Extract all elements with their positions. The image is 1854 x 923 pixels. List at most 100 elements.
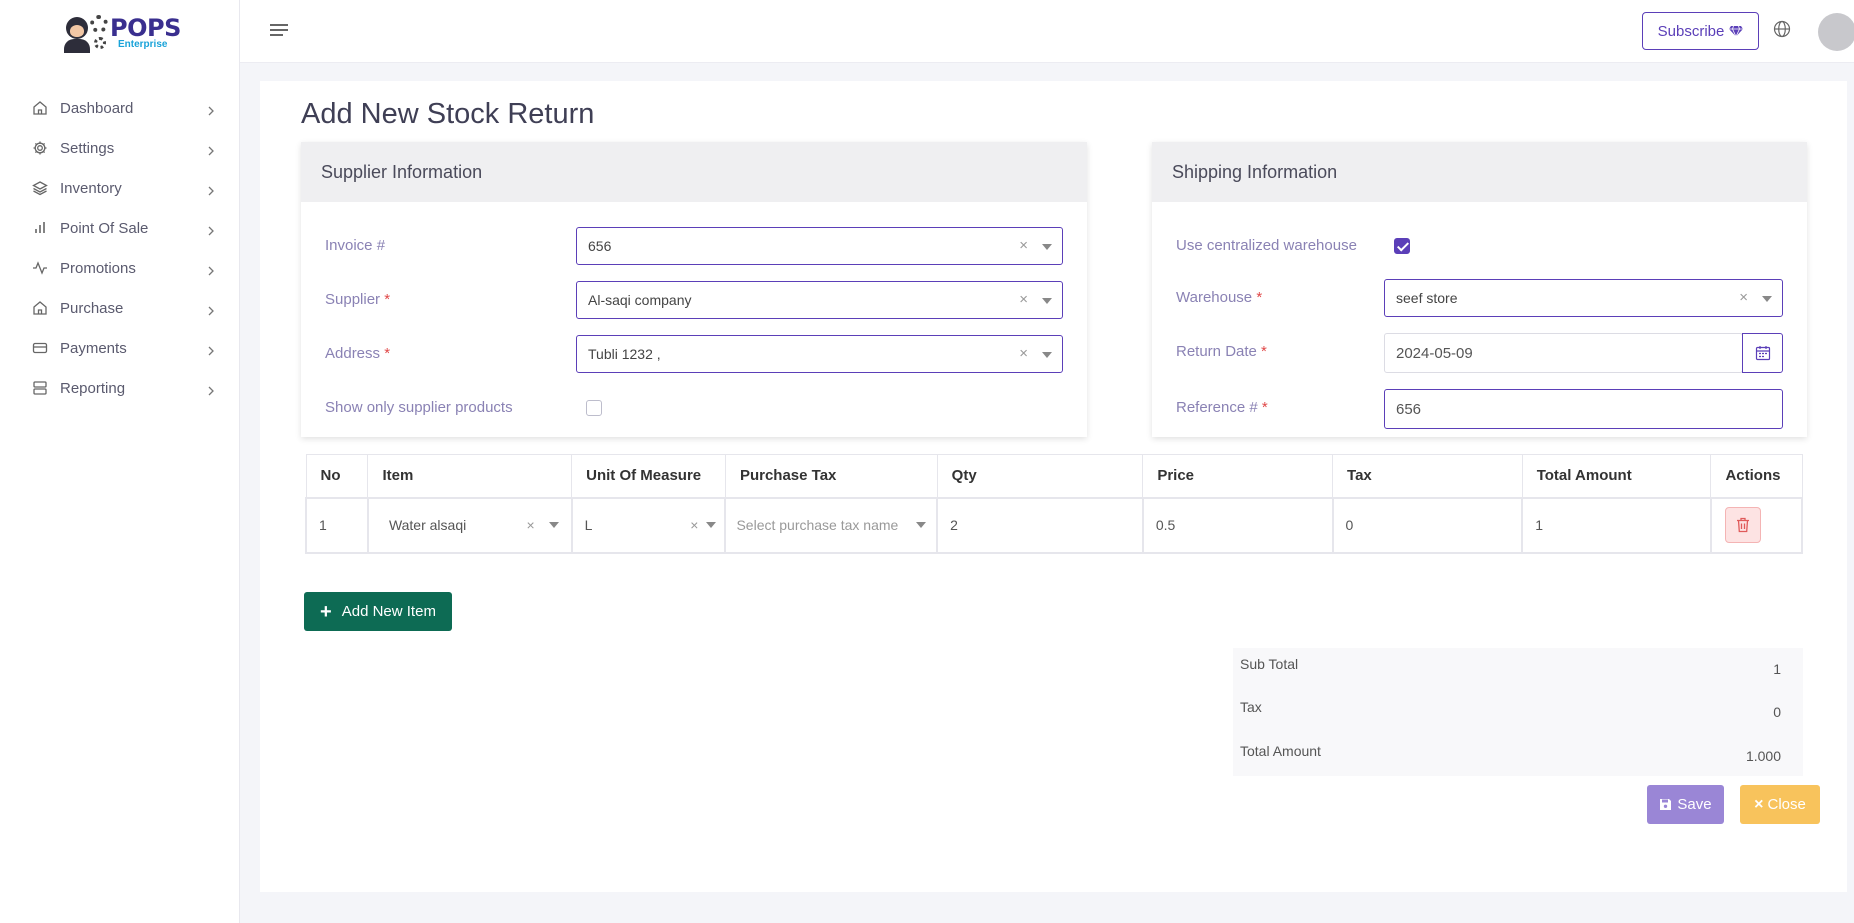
supplier-value: Al-saqi company (588, 292, 692, 308)
table-header-row: No Item Unit Of Measure Purchase Tax Qty… (305, 454, 1803, 498)
calendar-icon (1755, 346, 1770, 361)
sub-total-label: Sub Total (1240, 656, 1299, 672)
caret-down-icon[interactable] (706, 522, 717, 528)
invoice-select[interactable]: 656 × (576, 227, 1063, 265)
page-title: Add New Stock Return (301, 98, 595, 130)
clear-icon[interactable]: × (1739, 289, 1748, 306)
caret-down-icon[interactable] (1042, 352, 1052, 358)
sidebar-item-settings[interactable]: Settings (0, 128, 240, 168)
caret-down-icon[interactable] (1042, 298, 1052, 304)
clear-icon[interactable]: × (1019, 345, 1028, 362)
home-icon (32, 300, 48, 316)
clear-icon[interactable]: × (1019, 291, 1028, 308)
sidebar-item-point-of-sale[interactable]: Point Of Sale (0, 208, 240, 248)
sidebar-item-label: Payments (60, 339, 127, 357)
shipping-information-heading: Shipping Information (1152, 142, 1807, 202)
caret-down-icon[interactable] (548, 522, 559, 528)
item-select[interactable]: Water alsaqi × (389, 499, 571, 552)
caret-down-icon[interactable] (1042, 244, 1052, 250)
save-label: Save (1677, 796, 1712, 813)
column-header-actions: Actions (1710, 454, 1803, 498)
uom-select-cell[interactable]: L × (570, 496, 727, 554)
grand-total-value: 1.000 (1745, 748, 1781, 764)
caret-down-icon[interactable] (1762, 296, 1772, 302)
menu-toggle-icon[interactable] (270, 24, 288, 38)
add-new-item-label: Add New Item (341, 603, 436, 620)
caret-down-icon[interactable] (916, 522, 927, 528)
purchase-tax-select-cell[interactable]: Select purchase tax name (724, 496, 939, 554)
return-date-input[interactable]: 2024-05-09 (1384, 333, 1743, 373)
uom-select[interactable]: L × (585, 499, 725, 552)
supplier-information-heading: Supplier Information (301, 142, 1087, 202)
reference-value: 656 (1396, 400, 1422, 418)
sidebar-item-label: Inventory (60, 179, 122, 197)
chevron-right-icon (206, 263, 216, 276)
address-select[interactable]: Tubli 1232 , × (576, 335, 1063, 373)
chevron-right-icon (206, 143, 216, 156)
reference-input[interactable]: 656 (1384, 389, 1783, 429)
supplier-label: Supplier * (325, 291, 391, 308)
sidebar-item-payments[interactable]: Payments (0, 328, 240, 368)
sidebar-item-label: Point Of Sale (60, 219, 149, 237)
grand-total-row: Total Amount 1.000 (1233, 735, 1803, 771)
warehouse-select[interactable]: seef store × (1384, 279, 1783, 317)
tax-row: Tax 0 (1233, 691, 1803, 727)
qty-input[interactable]: 2 (936, 496, 1144, 554)
tax-total-value: 0 (1773, 704, 1781, 720)
sidebar-item-label: Purchase (60, 299, 124, 317)
subscribe-button[interactable]: Subscribe (1642, 12, 1759, 50)
logo-mascot-icon (62, 13, 108, 53)
clear-icon[interactable]: × (526, 517, 534, 533)
sidebar-item-label: Settings (60, 139, 115, 157)
column-header-price: Price (1142, 454, 1334, 498)
items-table: No Item Unit Of Measure Purchase Tax Qty… (305, 454, 1804, 554)
uom-value: L (584, 517, 593, 533)
supplier-select[interactable]: Al-saqi company × (576, 281, 1063, 319)
server-icon (32, 380, 48, 396)
show-only-supplier-products-checkbox[interactable] (586, 400, 602, 416)
trash-icon (1736, 517, 1749, 533)
clear-icon[interactable]: × (1019, 237, 1028, 254)
chevron-right-icon (206, 223, 216, 236)
chevron-right-icon (206, 183, 216, 196)
credit-card-icon (32, 340, 48, 356)
sub-total-value: 1 (1773, 661, 1781, 677)
invoice-value: 656 (588, 238, 612, 254)
topbar: Subscribe (240, 0, 1854, 63)
close-button[interactable]: × Close (1740, 785, 1820, 824)
sidebar-item-reporting[interactable]: Reporting (0, 368, 240, 408)
warehouse-label: Warehouse * (1176, 289, 1263, 306)
delete-row-button[interactable] (1724, 507, 1761, 543)
tax-total-label: Tax (1240, 699, 1262, 715)
save-button[interactable]: Save (1647, 785, 1724, 824)
logo-subtitle: Enterprise (118, 39, 168, 50)
centralized-warehouse-checkbox[interactable] (1394, 238, 1410, 254)
app-logo[interactable]: POPS Enterprise (62, 12, 182, 54)
column-header-no: No (305, 454, 369, 498)
close-label: Close (1767, 796, 1806, 813)
return-date-label: Return Date * (1176, 343, 1267, 360)
language-globe-icon[interactable] (1773, 20, 1791, 38)
price-input[interactable]: 0.5 (1141, 496, 1334, 554)
sidebar-item-purchase[interactable]: Purchase (0, 288, 240, 328)
sidebar-item-promotions[interactable]: Promotions (0, 248, 240, 288)
calendar-button[interactable] (1742, 333, 1783, 373)
activity-icon (32, 260, 48, 276)
sidebar: POPS Enterprise Dashboard Settings Inven… (0, 0, 240, 923)
purchase-tax-select[interactable]: Select purchase tax name (736, 499, 936, 552)
sidebar-item-dashboard[interactable]: Dashboard (0, 88, 240, 128)
close-icon: × (1754, 795, 1764, 813)
sidebar-item-inventory[interactable]: Inventory (0, 168, 240, 208)
clear-icon[interactable]: × (690, 517, 698, 533)
row-tax: 0 (1331, 496, 1524, 554)
add-new-item-button[interactable]: + Add New Item (304, 592, 452, 631)
sidebar-item-label: Reporting (60, 379, 126, 397)
column-header-purchase-tax: Purchase Tax (724, 454, 938, 498)
address-label: Address * (325, 345, 391, 362)
chevron-right-icon (206, 343, 216, 356)
item-value: Water alsaqi (388, 517, 467, 533)
warehouse-value: seef store (1396, 290, 1458, 306)
item-select-cell[interactable]: Water alsaqi × (366, 496, 573, 554)
grand-total-label: Total Amount (1240, 743, 1321, 759)
avatar[interactable] (1818, 13, 1854, 51)
